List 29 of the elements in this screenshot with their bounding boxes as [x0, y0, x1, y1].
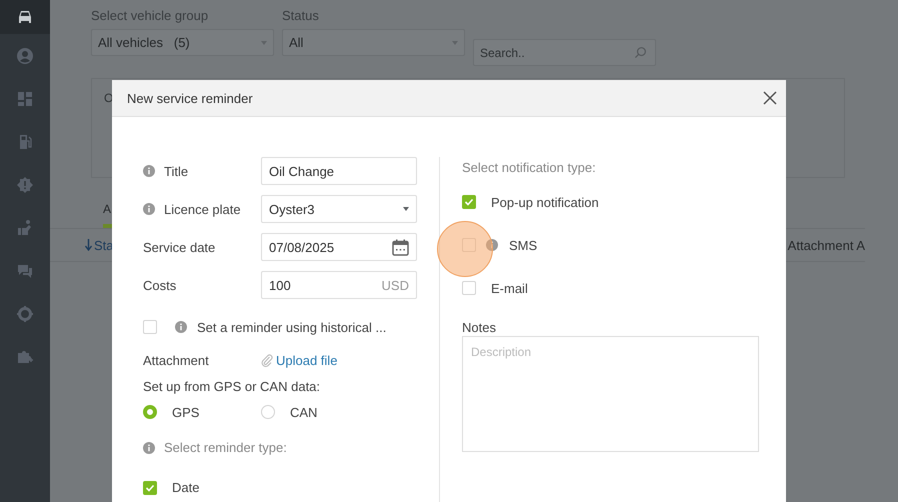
input-field[interactable]: 07/08/2025: [261, 233, 417, 261]
select-field[interactable]: All vehicles (5): [91, 29, 274, 56]
field-label: Costs: [143, 278, 176, 292]
notes-field[interactable]: Description: [462, 336, 759, 452]
field-label: Notes: [462, 320, 497, 335]
checkbox-label: Date: [172, 480, 200, 495]
input-field[interactable]: Oil Change: [261, 157, 417, 185]
section-label: Select notification type:: [462, 160, 597, 175]
checkbox-label: Pop-up notification: [491, 194, 599, 210]
search-field[interactable]: Search..: [473, 39, 656, 66]
section-label: Set up from GPS or CAN data:: [143, 379, 322, 394]
upload-link[interactable]: Upload file: [261, 352, 338, 368]
field-label: Attachment: [143, 352, 210, 368]
dialog-title: New service reminder: [127, 90, 253, 106]
radio-label: CAN: [290, 404, 318, 420]
select-field[interactable]: All: [282, 29, 465, 56]
field-label: Service date: [143, 240, 216, 254]
input-field[interactable]: 100 USD: [261, 271, 417, 299]
checkbox-label: Set a reminder using historical ...: [197, 320, 386, 334]
filter-label: Status: [282, 8, 320, 23]
checkbox-label: SMS: [509, 238, 538, 252]
input-field[interactable]: Oyster3: [261, 195, 417, 223]
radio-label: GPS: [172, 404, 200, 420]
field-label: Licence plate: [164, 202, 241, 216]
filter-label: Select vehicle group: [91, 8, 210, 23]
checkbox-label: E-mail: [491, 280, 528, 296]
field-label: Title: [164, 164, 188, 178]
column-header[interactable]: Attachment A: [788, 238, 865, 252]
section-label: Select reminder type:: [164, 440, 287, 455]
